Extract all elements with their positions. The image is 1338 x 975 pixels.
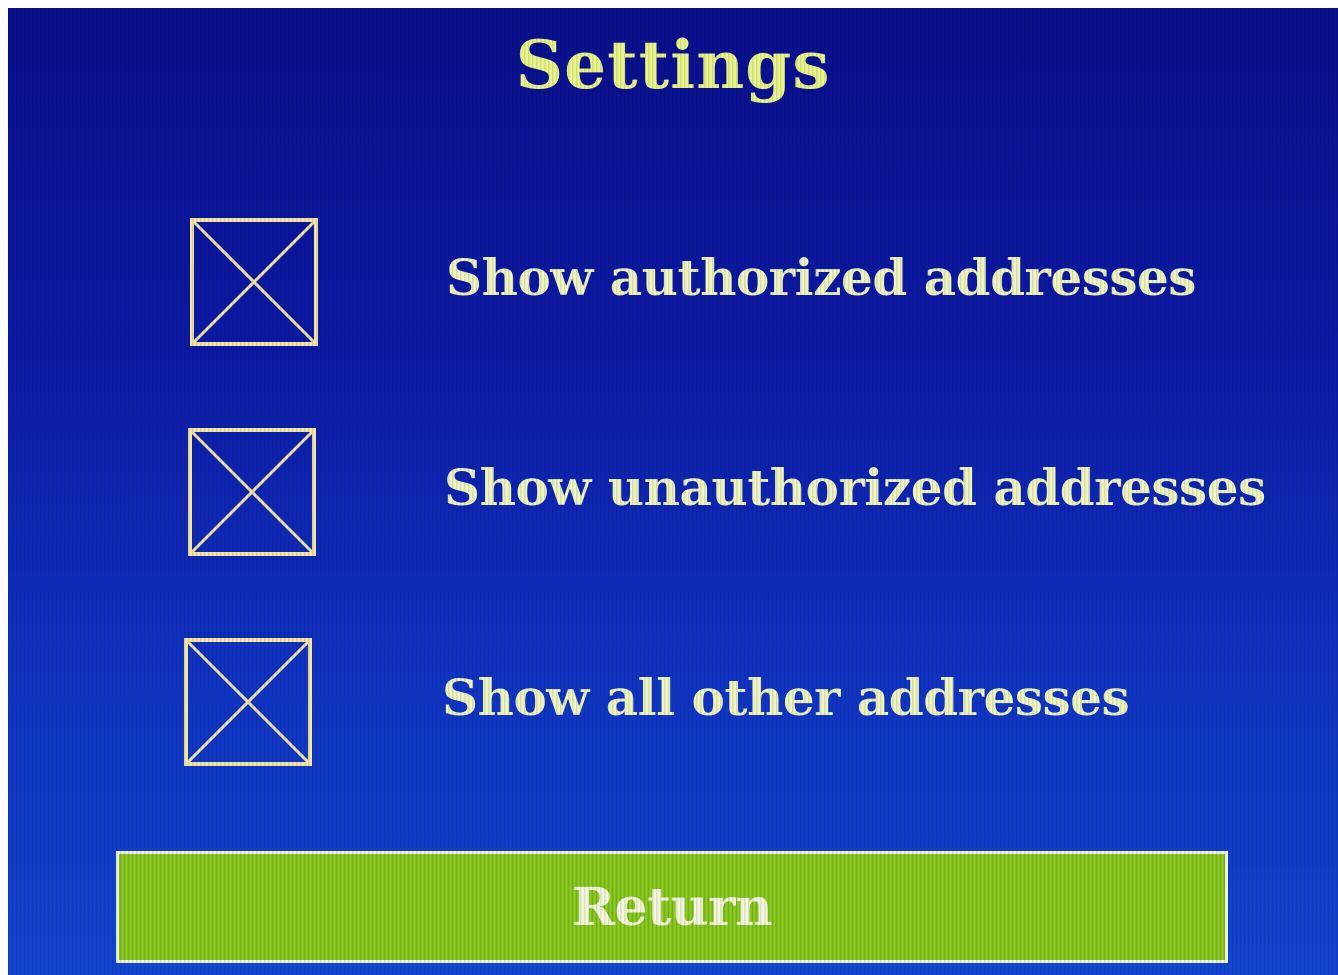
page-title: Settings: [515, 26, 831, 104]
option-row-authorized: Show authorized addresses: [8, 212, 1338, 346]
x-mark-icon: [184, 638, 312, 766]
option-label-unauthorized: Show unauthorized addresses: [444, 458, 1266, 517]
settings-screen: Settings Show authorized addresses Show …: [8, 8, 1338, 975]
x-mark-icon: [188, 428, 316, 556]
checkbox-show-authorized[interactable]: [190, 218, 318, 346]
return-button-label: Return: [571, 876, 773, 938]
checkbox-show-unauthorized[interactable]: [188, 428, 316, 556]
x-mark-icon: [190, 218, 318, 346]
checkbox-show-other[interactable]: [184, 638, 312, 766]
option-row-unauthorized: Show unauthorized addresses: [8, 422, 1338, 556]
option-label-authorized: Show authorized addresses: [446, 248, 1196, 307]
return-button[interactable]: Return: [116, 851, 1228, 963]
option-row-other: Show all other addresses: [8, 632, 1338, 766]
option-label-other: Show all other addresses: [442, 668, 1130, 727]
